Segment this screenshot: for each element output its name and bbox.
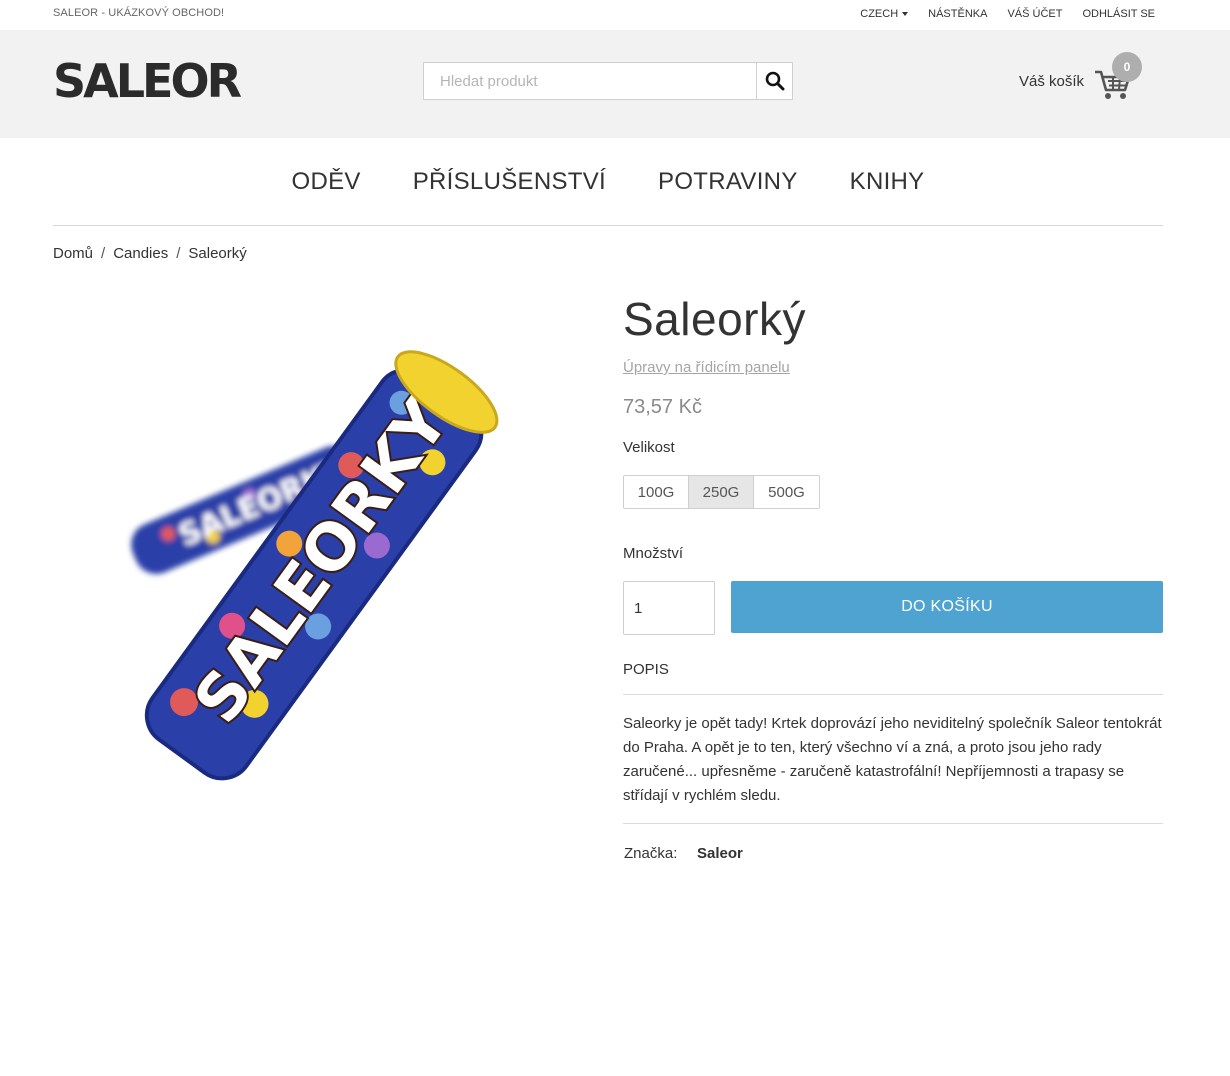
main-nav: ODĚV PŘÍSLUŠENSTVÍ POTRAVINY KNIHY xyxy=(53,138,1163,226)
cart-count-badge: 0 xyxy=(1112,52,1142,82)
header: SALEOR Váš košík 0 xyxy=(0,30,1230,138)
product-title: Saleorký xyxy=(623,293,806,345)
divider xyxy=(623,694,1163,695)
breadcrumb-separator: / xyxy=(101,245,106,262)
quantity-label: Množství xyxy=(623,545,684,562)
add-to-cart-button[interactable]: DO KOŠÍKU xyxy=(731,581,1163,633)
dashboard-edit-link[interactable]: Úpravy na řídicím panelu xyxy=(623,359,790,376)
product-image: SALEORKY SALEORKY xyxy=(131,350,499,781)
nav-item-groceries[interactable]: POTRAVINY xyxy=(658,168,798,196)
store-tagline: SALEOR - UKÁZKOVÝ OBCHOD! xyxy=(53,7,225,19)
search-box xyxy=(423,62,793,100)
nav-item-accessories[interactable]: PŘÍSLUŠENSTVÍ xyxy=(413,168,606,196)
brand-label: Značka: xyxy=(624,845,678,862)
product-image-text: SALEORKY xyxy=(181,386,464,737)
description-heading: POPIS xyxy=(623,661,669,678)
breadcrumb-current: Saleorký xyxy=(188,245,247,262)
product-image-tube: SALEORKY xyxy=(144,350,499,781)
divider xyxy=(623,823,1163,824)
product-price: 73,57 Kč xyxy=(623,396,702,418)
caret-down-icon xyxy=(902,12,909,17)
top-links: CZECH NÁSTĚNKA VÁŠ ÚČET ODHLÁSIT SE xyxy=(860,8,1155,20)
cart-label[interactable]: Váš košík xyxy=(1019,73,1084,90)
breadcrumb-category[interactable]: Candies xyxy=(113,245,168,262)
account-link[interactable]: VÁŠ ÚČET xyxy=(1007,8,1062,20)
search-button[interactable] xyxy=(756,63,792,99)
size-label: Velikost xyxy=(623,439,675,456)
logout-link[interactable]: ODHLÁSIT SE xyxy=(1082,8,1155,20)
brand-value: Saleor xyxy=(697,845,743,862)
size-option-100g[interactable]: 100G xyxy=(624,476,689,508)
language-selector[interactable]: CZECH xyxy=(860,8,909,20)
size-selector: 100G 250G 500G xyxy=(623,475,820,509)
nav-item-clothing[interactable]: ODĚV xyxy=(292,168,361,196)
breadcrumb-home[interactable]: Domů xyxy=(53,245,93,262)
nav-item-books[interactable]: KNIHY xyxy=(850,168,925,196)
top-bar: SALEOR - UKÁZKOVÝ OBCHOD! CZECH NÁSTĚNKA… xyxy=(0,0,1230,30)
quantity-input[interactable] xyxy=(623,581,715,635)
search-icon xyxy=(765,71,784,91)
size-option-250g[interactable]: 250G xyxy=(689,476,754,508)
dashboard-link[interactable]: NÁSTĚNKA xyxy=(928,8,987,20)
product-description: Saleorky je opět tady! Krtek doprovází j… xyxy=(623,715,1162,804)
logo[interactable]: SALEOR xyxy=(53,55,242,107)
breadcrumb: Domů / Candies / Saleorký xyxy=(53,245,247,262)
language-label: CZECH xyxy=(860,8,899,20)
size-option-500g[interactable]: 500G xyxy=(754,476,819,508)
breadcrumb-separator: / xyxy=(176,245,181,262)
search-input[interactable] xyxy=(424,63,757,99)
